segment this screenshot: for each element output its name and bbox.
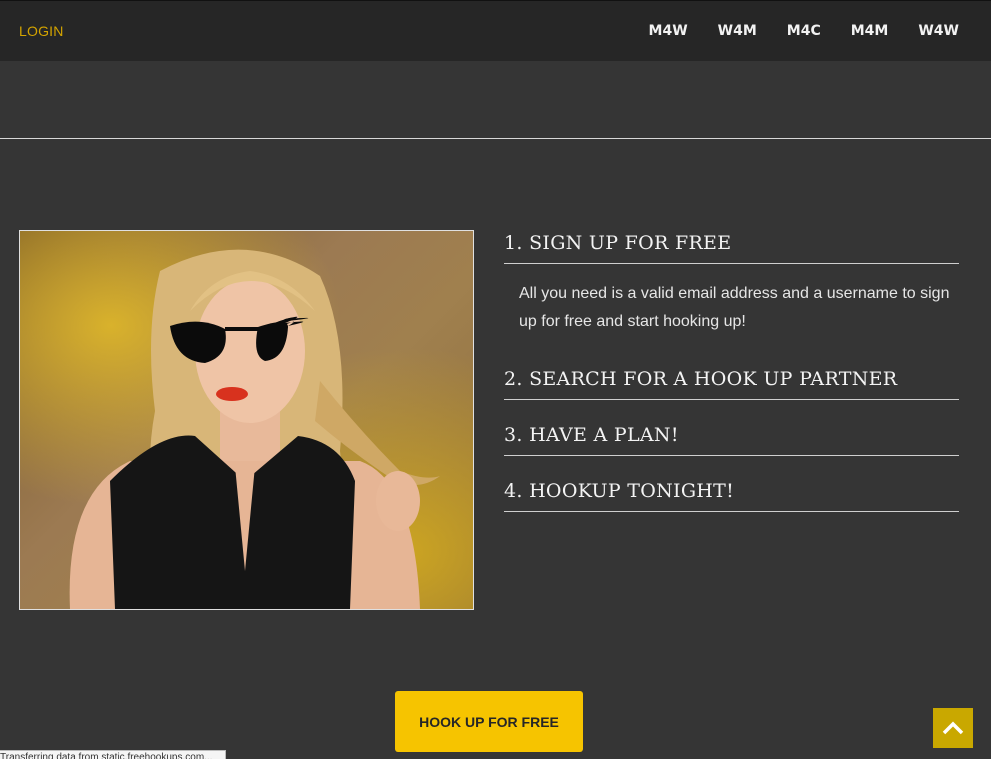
step-title: 1. SIGN UP FOR FREE	[504, 230, 959, 264]
nav-item-w4m[interactable]: W4M	[718, 23, 757, 39]
step-description: All you need is a valid email address an…	[519, 285, 950, 330]
top-navbar: LOGIN M4W W4M M4C M4M W4W	[0, 0, 991, 61]
hook-up-for-free-button[interactable]: HOOK UP FOR FREE	[395, 691, 583, 752]
steps-list: 1. SIGN UP FOR FREE All you need is a va…	[504, 230, 959, 534]
browser-status-bar: Transferring data from static.freehookup…	[0, 750, 226, 759]
nav-item-m4w[interactable]: M4W	[649, 23, 688, 39]
nav-item-w4w[interactable]: W4W	[918, 23, 959, 39]
step-title: 2. SEARCH FOR A HOOK UP PARTNER	[504, 366, 959, 400]
step-title: 4. HOOKUP TONIGHT!	[504, 478, 959, 512]
login-link[interactable]: LOGIN	[19, 23, 64, 39]
hero-photo	[19, 230, 474, 610]
section-divider	[0, 138, 991, 139]
nav-item-m4c[interactable]: M4C	[787, 23, 821, 39]
woman-sunglasses-photo	[69, 249, 440, 609]
nav-item-m4m[interactable]: M4M	[851, 23, 889, 39]
scroll-to-top-button[interactable]	[933, 708, 973, 748]
step-title: 3. HAVE A PLAN!	[504, 422, 959, 456]
chevron-up-icon	[942, 721, 964, 735]
main-nav: M4W W4M M4C M4M W4W	[649, 23, 959, 39]
